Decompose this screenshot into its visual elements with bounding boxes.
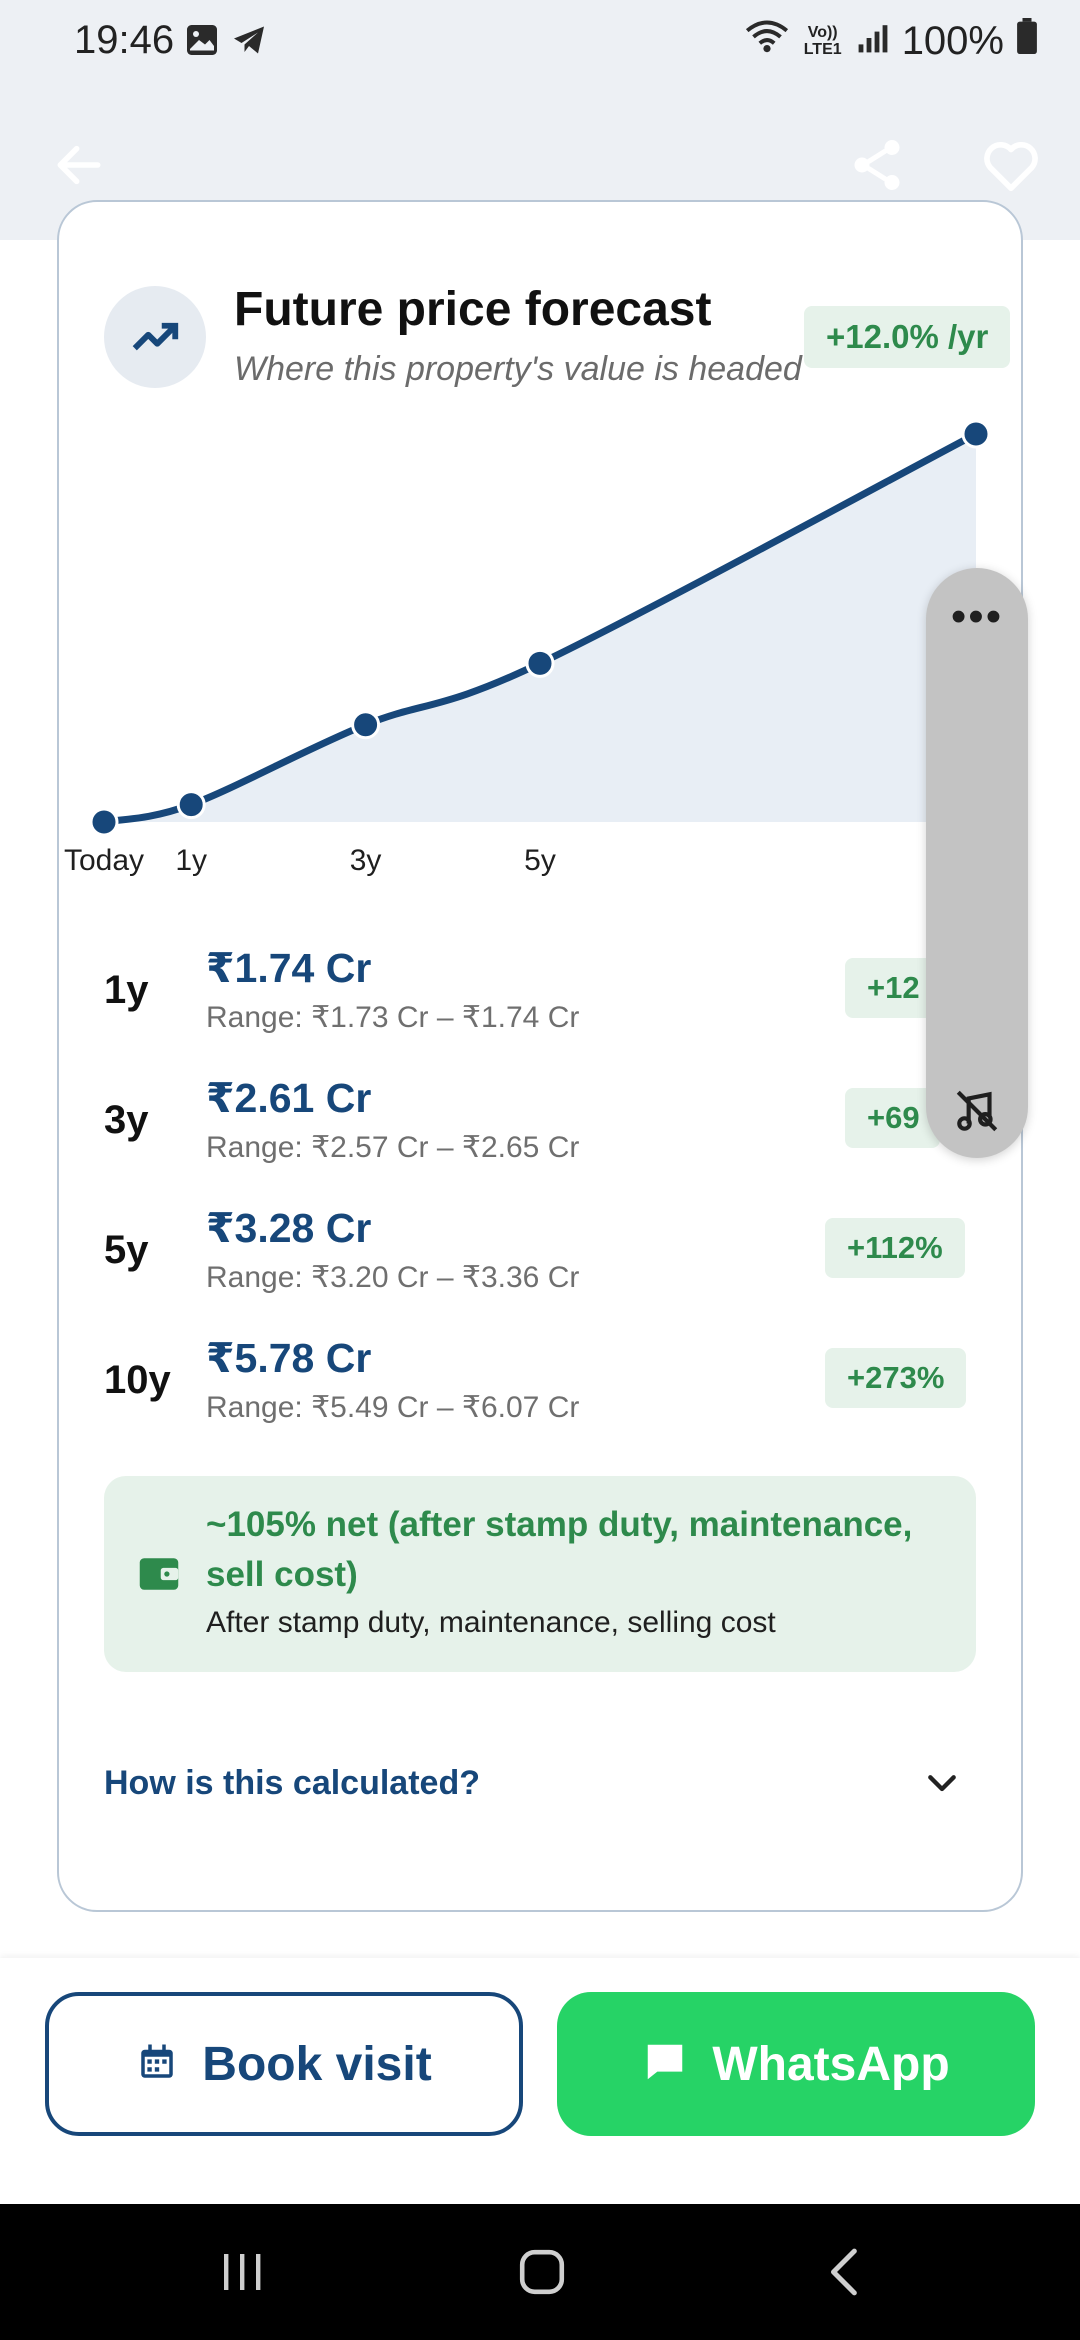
row-10y-label: 10y <box>104 1358 171 1402</box>
chart-point-5y <box>525 648 555 678</box>
chart-point-1y <box>176 790 206 820</box>
row-3y-range: Range: ₹2.57 Cr – ₹2.65 Cr <box>206 1131 580 1164</box>
chart-point-3y <box>351 710 381 740</box>
chat-bubble-icon <box>642 2039 688 2090</box>
x-tick-label-today: Today <box>64 844 144 877</box>
back-icon[interactable] <box>806 2242 886 2302</box>
floating-side-panel[interactable]: ••• <box>926 568 1028 1158</box>
row-5y-price: ₹3.28 Cr <box>206 1205 372 1251</box>
row-10y-change-badge: +273% <box>825 1348 967 1408</box>
system-nav-bar <box>0 2204 1080 2340</box>
wallet-icon <box>138 1554 180 1599</box>
whatsapp-button[interactable]: WhatsApp <box>557 1992 1035 2136</box>
net-return-box: ~105% net (after stamp duty, maintenance… <box>104 1476 976 1672</box>
book-visit-button[interactable]: Book visit <box>45 1992 523 2136</box>
row-10y-range: Range: ₹5.49 Cr – ₹6.07 Cr <box>206 1391 580 1424</box>
row-1y-range: Range: ₹1.73 Cr – ₹1.74 Cr <box>206 1001 580 1034</box>
x-tick-label-5y: 5y <box>524 844 556 877</box>
row-3y-label: 3y <box>104 1098 149 1142</box>
book-visit-label: Book visit <box>202 2037 432 2091</box>
chevron-down-icon[interactable] <box>922 1764 962 1809</box>
net-return-subtitle: After stamp duty, maintenance, selling c… <box>206 1606 776 1639</box>
x-tick-label-1y: 1y <box>175 844 207 877</box>
whatsapp-label: WhatsApp <box>712 2037 950 2091</box>
x-tick-label-3y: 3y <box>350 844 382 877</box>
row-3y-price: ₹2.61 Cr <box>206 1075 372 1121</box>
row-1y-label: 1y <box>104 968 149 1012</box>
how-calculated-link[interactable]: How is this calculated? <box>104 1764 480 1803</box>
home-icon[interactable] <box>502 2242 582 2302</box>
chart-area-fill <box>104 434 976 822</box>
more-options-icon[interactable]: ••• <box>926 592 1028 642</box>
forecast-chart: Today 1y 3y 5y <box>64 419 991 877</box>
chart-point-10y <box>961 419 991 449</box>
chart-point-today <box>89 807 119 837</box>
row-5y-range: Range: ₹3.20 Cr – ₹3.36 Cr <box>206 1261 580 1294</box>
row-5y-label: 5y <box>104 1228 149 1272</box>
calendar-icon <box>136 2041 178 2088</box>
mute-icon[interactable] <box>952 1086 1002 1141</box>
row-10y-price: ₹5.78 Cr <box>206 1335 372 1381</box>
row-5y-change-badge: +112% <box>825 1218 965 1278</box>
net-return-title: ~105% net (after stamp duty, maintenance… <box>206 1505 913 1594</box>
row-1y-price: ₹1.74 Cr <box>206 945 372 991</box>
recent-apps-icon[interactable] <box>202 2242 282 2302</box>
